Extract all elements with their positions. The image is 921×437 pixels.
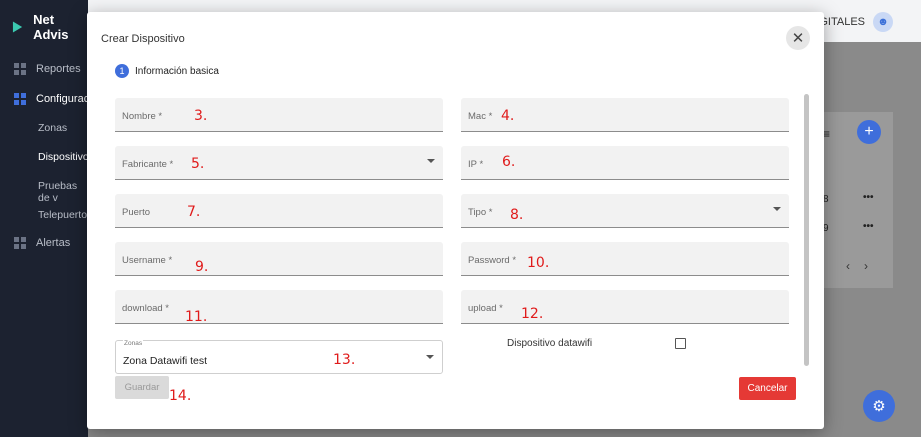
upload-field[interactable]: upload * (461, 290, 789, 324)
checkbox-label: Dispositivo datawifi (507, 338, 593, 349)
chevron-right-icon[interactable]: › (864, 259, 882, 273)
gear-icon: ⚙ (872, 398, 886, 415)
annotation-label: 5. (191, 156, 205, 172)
sidebar-item-label: Alertas (36, 237, 71, 249)
sidebar-sub-pruebas[interactable]: Pruebas de v (38, 180, 88, 204)
sidebar: Net Advis Reportes Configuració Zonas Di… (0, 0, 98, 437)
annotation-label: 13. (333, 352, 356, 368)
dashboard-icon (14, 63, 26, 75)
cancel-button[interactable]: Cancelar (739, 377, 796, 400)
chevron-down-icon (426, 355, 434, 359)
chevron-down-icon (427, 159, 435, 163)
chevron-left-icon[interactable]: ‹ (846, 259, 864, 273)
sidebar-item-label: Reportes (36, 63, 81, 75)
field-label: Mac * (468, 111, 493, 122)
filter-icon[interactable]: ≡ (823, 127, 830, 141)
close-button[interactable]: ✕ (786, 26, 810, 50)
field-label: Username * (122, 255, 173, 266)
annotation-label: 12. (521, 306, 544, 322)
selected-value: Zona Datawifi test (123, 355, 208, 367)
step-label: Información basica (135, 65, 219, 77)
more-icon[interactable]: ••• (863, 192, 874, 203)
step-number: 1 (115, 64, 129, 78)
field-label: Tipo * (468, 207, 493, 218)
username-field[interactable]: Username * (115, 242, 443, 276)
brand: Net Advis (12, 12, 88, 42)
annotation-label: 10. (527, 255, 550, 271)
close-icon: ✕ (791, 30, 805, 47)
zonas-select[interactable]: Zonas Zona Datawifi test (115, 340, 443, 374)
fabricante-select[interactable]: Fabricante * (115, 146, 443, 180)
annotation-label: 6. (502, 154, 516, 170)
nombre-field[interactable]: Nombre * (115, 98, 443, 132)
sidebar-sub-telepuertos[interactable]: Telepuertos (38, 209, 92, 221)
sidebar-item-reportes[interactable]: Reportes (14, 63, 81, 75)
field-label: Puerto (122, 207, 150, 218)
dashboard-icon (14, 93, 26, 105)
add-device-button[interactable]: + (857, 120, 881, 144)
settings-button[interactable]: ⚙ (863, 390, 895, 422)
puerto-field[interactable]: Puerto (115, 194, 443, 228)
brand-name: Net Advis (33, 12, 69, 42)
chevron-down-icon (773, 207, 781, 211)
stepper-step: 1 Información basica (115, 64, 219, 78)
user-icon[interactable]: ☻ (873, 12, 893, 32)
annotation-label: 8. (510, 207, 524, 223)
sidebar-item-alertas[interactable]: Alertas (14, 237, 70, 249)
sidebar-item-configuracion[interactable]: Configuració (14, 93, 98, 105)
download-field[interactable]: download * (115, 290, 443, 324)
create-device-dialog: Crear Dispositivo ✕ 1 Información basica… (87, 12, 824, 429)
annotation-label: 11. (185, 309, 208, 325)
field-label: download * (122, 303, 170, 314)
field-label: Password * (468, 255, 517, 266)
scrollbar[interactable] (804, 94, 809, 366)
dashboard-icon (14, 237, 26, 249)
logo-icon (12, 21, 23, 33)
field-label: IP * (468, 159, 484, 170)
pagination[interactable]: ‹› (846, 259, 882, 273)
field-label: Nombre * (122, 111, 163, 122)
save-button[interactable]: Guardar (115, 376, 169, 399)
datawifi-checkbox[interactable] (675, 338, 686, 349)
field-label: upload * (468, 303, 503, 314)
sidebar-sub-dispositivos[interactable]: Dispositivos (38, 151, 94, 163)
annotation-label: 7. (187, 204, 201, 220)
password-field[interactable]: Password * (461, 242, 789, 276)
annotation-label: 3. (194, 108, 208, 124)
annotation-label: 9. (195, 259, 209, 275)
sidebar-sub-zonas[interactable]: Zonas (38, 122, 67, 134)
annotation-label: 4. (501, 108, 515, 124)
more-icon[interactable]: ••• (863, 221, 874, 232)
dialog-title: Crear Dispositivo (101, 33, 185, 45)
field-label: Fabricante * (122, 159, 174, 170)
annotation-label: 14. (169, 388, 192, 404)
field-label: Zonas (123, 340, 144, 347)
